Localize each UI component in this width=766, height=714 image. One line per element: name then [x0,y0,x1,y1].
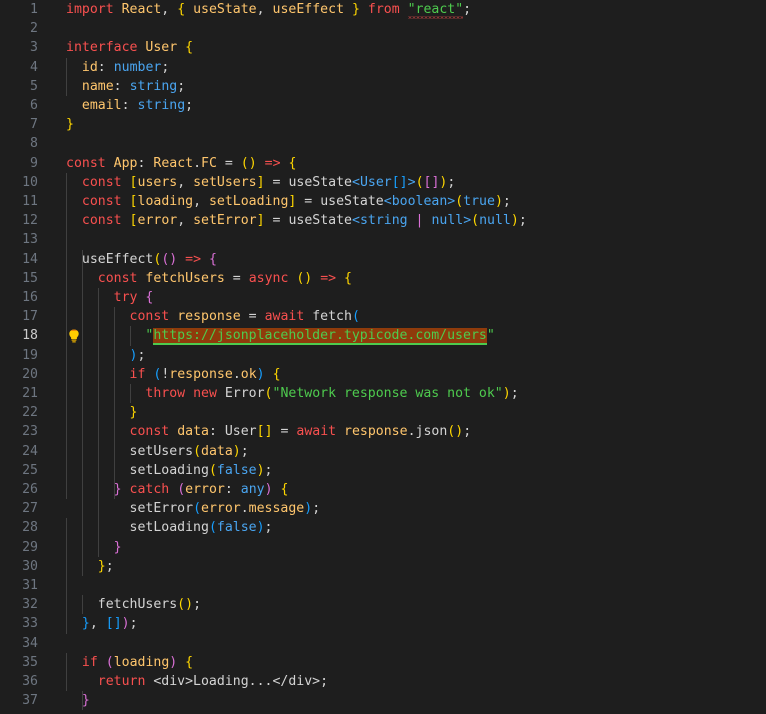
code-line[interactable]: const [users, setUsers] = useState<User[… [0,173,455,192]
code-line[interactable]: const [error, setError] = useState<strin… [0,211,527,230]
code-line[interactable]: id: number; [0,58,169,77]
code-line[interactable]: const data: User[] = await response.json… [0,422,472,441]
code-line[interactable] [0,634,66,653]
code-line[interactable]: ); [0,346,146,365]
code-line[interactable] [0,230,66,249]
code-line[interactable] [0,19,66,38]
code-line[interactable]: return <div>Loading...</div>; [0,672,328,691]
code-line[interactable]: } [0,538,122,557]
code-line[interactable]: try { [0,288,154,307]
code-line[interactable]: const App: React.FC = () => { [0,154,296,173]
code-line[interactable]: }; [0,557,114,576]
code-line[interactable]: "https://jsonplaceholder.typicode.com/us… [0,326,495,346]
code-line[interactable]: setLoading(false); [0,461,273,480]
code-line[interactable]: }, []); [0,614,138,633]
code-line[interactable]: throw new Error("Network response was no… [0,384,518,403]
code-line[interactable]: setLoading(false); [0,518,273,537]
code-line[interactable]: setError(error.message); [0,499,321,518]
code-content[interactable]: import React, { useState, useEffect } fr… [0,0,766,714]
code-line[interactable]: if (loading) { [0,653,193,672]
code-line[interactable]: if (!response.ok) { [0,365,281,384]
code-line[interactable]: } catch (error: any) { [0,480,289,499]
code-line[interactable] [0,576,66,595]
code-line[interactable]: } [0,115,74,134]
code-line[interactable]: } [0,403,138,422]
code-line[interactable]: const [loading, setLoading] = useState<b… [0,192,511,211]
code-line[interactable]: interface User { [0,38,193,57]
code-line[interactable] [0,134,66,153]
code-line[interactable]: setUsers(data); [0,442,249,461]
code-line[interactable]: useEffect(() => { [0,250,217,269]
code-line[interactable]: const fetchUsers = async () => { [0,269,352,288]
code-line[interactable]: } [0,691,90,710]
code-line[interactable]: email: string; [0,96,193,115]
code-line[interactable]: const response = await fetch( [0,307,360,326]
code-line[interactable]: import React, { useState, useEffect } fr… [0,0,471,19]
code-line[interactable]: fetchUsers(); [0,595,201,614]
code-line[interactable]: name: string; [0,77,185,96]
code-editor[interactable]: 1 2 3 4 5 6 7 8 9 10 11 12 13 14 15 16 17 18 19 20 21 22 23 24 2… [0,0,766,714]
